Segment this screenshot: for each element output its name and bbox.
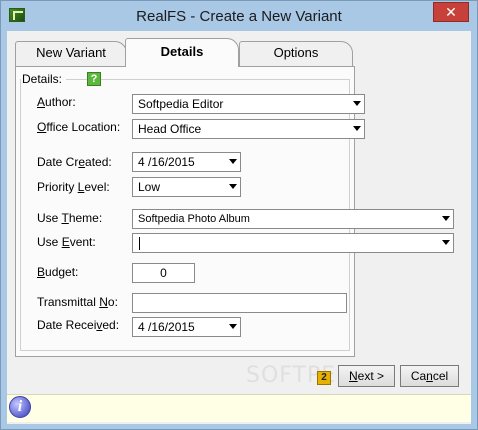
chevron-down-icon bbox=[229, 184, 237, 189]
chevron-down-icon bbox=[353, 101, 361, 106]
chevron-down-icon bbox=[442, 240, 450, 245]
tab-options[interactable]: Options bbox=[239, 41, 353, 66]
chevron-down-icon bbox=[229, 159, 237, 164]
use-event-label: Use Event: bbox=[37, 235, 96, 249]
date-received-value: 4 /16/2015 bbox=[138, 320, 195, 334]
chevron-down-icon bbox=[353, 126, 361, 131]
date-received-picker[interactable]: 4 /16/2015 bbox=[132, 317, 241, 337]
dialog-client: New Variant Details Options SOFTPEDIA De… bbox=[7, 31, 471, 424]
budget-value: 0 bbox=[160, 266, 167, 280]
next-button[interactable]: Next > bbox=[338, 365, 395, 387]
chevron-down-icon bbox=[442, 216, 450, 221]
date-created-picker[interactable]: 4 /16/2015 bbox=[132, 152, 241, 172]
transmittal-no-input[interactable] bbox=[132, 293, 347, 313]
help-icon[interactable]: ? bbox=[87, 72, 101, 86]
author-label: Author: bbox=[37, 95, 76, 109]
author-value: Softpedia Editor bbox=[138, 97, 224, 111]
status-bar: i bbox=[7, 394, 471, 422]
budget-label: Budget: bbox=[37, 265, 79, 279]
tab-details[interactable]: Details bbox=[125, 38, 239, 67]
office-location-select[interactable]: Head Office bbox=[132, 119, 365, 139]
transmittal-no-label: Transmittal No: bbox=[37, 295, 118, 309]
use-theme-value: Softpedia Photo Album bbox=[138, 213, 250, 225]
use-theme-label: Use Theme: bbox=[37, 211, 103, 225]
date-created-label: Date Created: bbox=[37, 155, 112, 169]
priority-level-select[interactable]: Low bbox=[132, 177, 241, 197]
text-cursor bbox=[139, 237, 140, 250]
priority-level-value: Low bbox=[138, 180, 161, 194]
window-title: RealFS - Create a New Variant bbox=[136, 8, 342, 25]
group-label: Details: bbox=[21, 72, 67, 86]
tab-label: New Variant bbox=[36, 45, 106, 60]
use-event-select[interactable] bbox=[132, 233, 454, 253]
date-created-value: 4 /16/2015 bbox=[138, 155, 195, 169]
author-select[interactable]: Softpedia Editor bbox=[132, 94, 365, 114]
app-window: RealFS - Create a New Variant ✕ New Vari… bbox=[0, 0, 478, 430]
office-location-value: Head Office bbox=[138, 122, 202, 136]
priority-level-label: Priority Level: bbox=[37, 180, 110, 194]
tab-label: Options bbox=[273, 45, 319, 60]
details-group: Details: ? Author: Softpedia Editor Offi… bbox=[20, 72, 454, 351]
details-panel: SOFTPEDIA Details: ? Author: Softpedia E… bbox=[15, 66, 454, 388]
date-received-label: Date Received: bbox=[37, 318, 120, 332]
budget-input[interactable]: 0 bbox=[132, 263, 195, 283]
info-icon: i bbox=[9, 396, 31, 418]
close-button[interactable]: ✕ bbox=[433, 2, 469, 22]
cancel-button[interactable]: Cancel bbox=[400, 365, 459, 387]
office-location-label: Office Location: bbox=[37, 120, 121, 134]
use-theme-select[interactable]: Softpedia Photo Album bbox=[132, 209, 454, 229]
chevron-down-icon bbox=[229, 324, 237, 329]
tab-new-variant[interactable]: New Variant bbox=[15, 41, 127, 66]
step-badge: 2 bbox=[317, 371, 331, 385]
title-bar[interactable]: RealFS - Create a New Variant ✕ bbox=[1, 1, 477, 31]
tab-label: Details bbox=[160, 44, 204, 59]
